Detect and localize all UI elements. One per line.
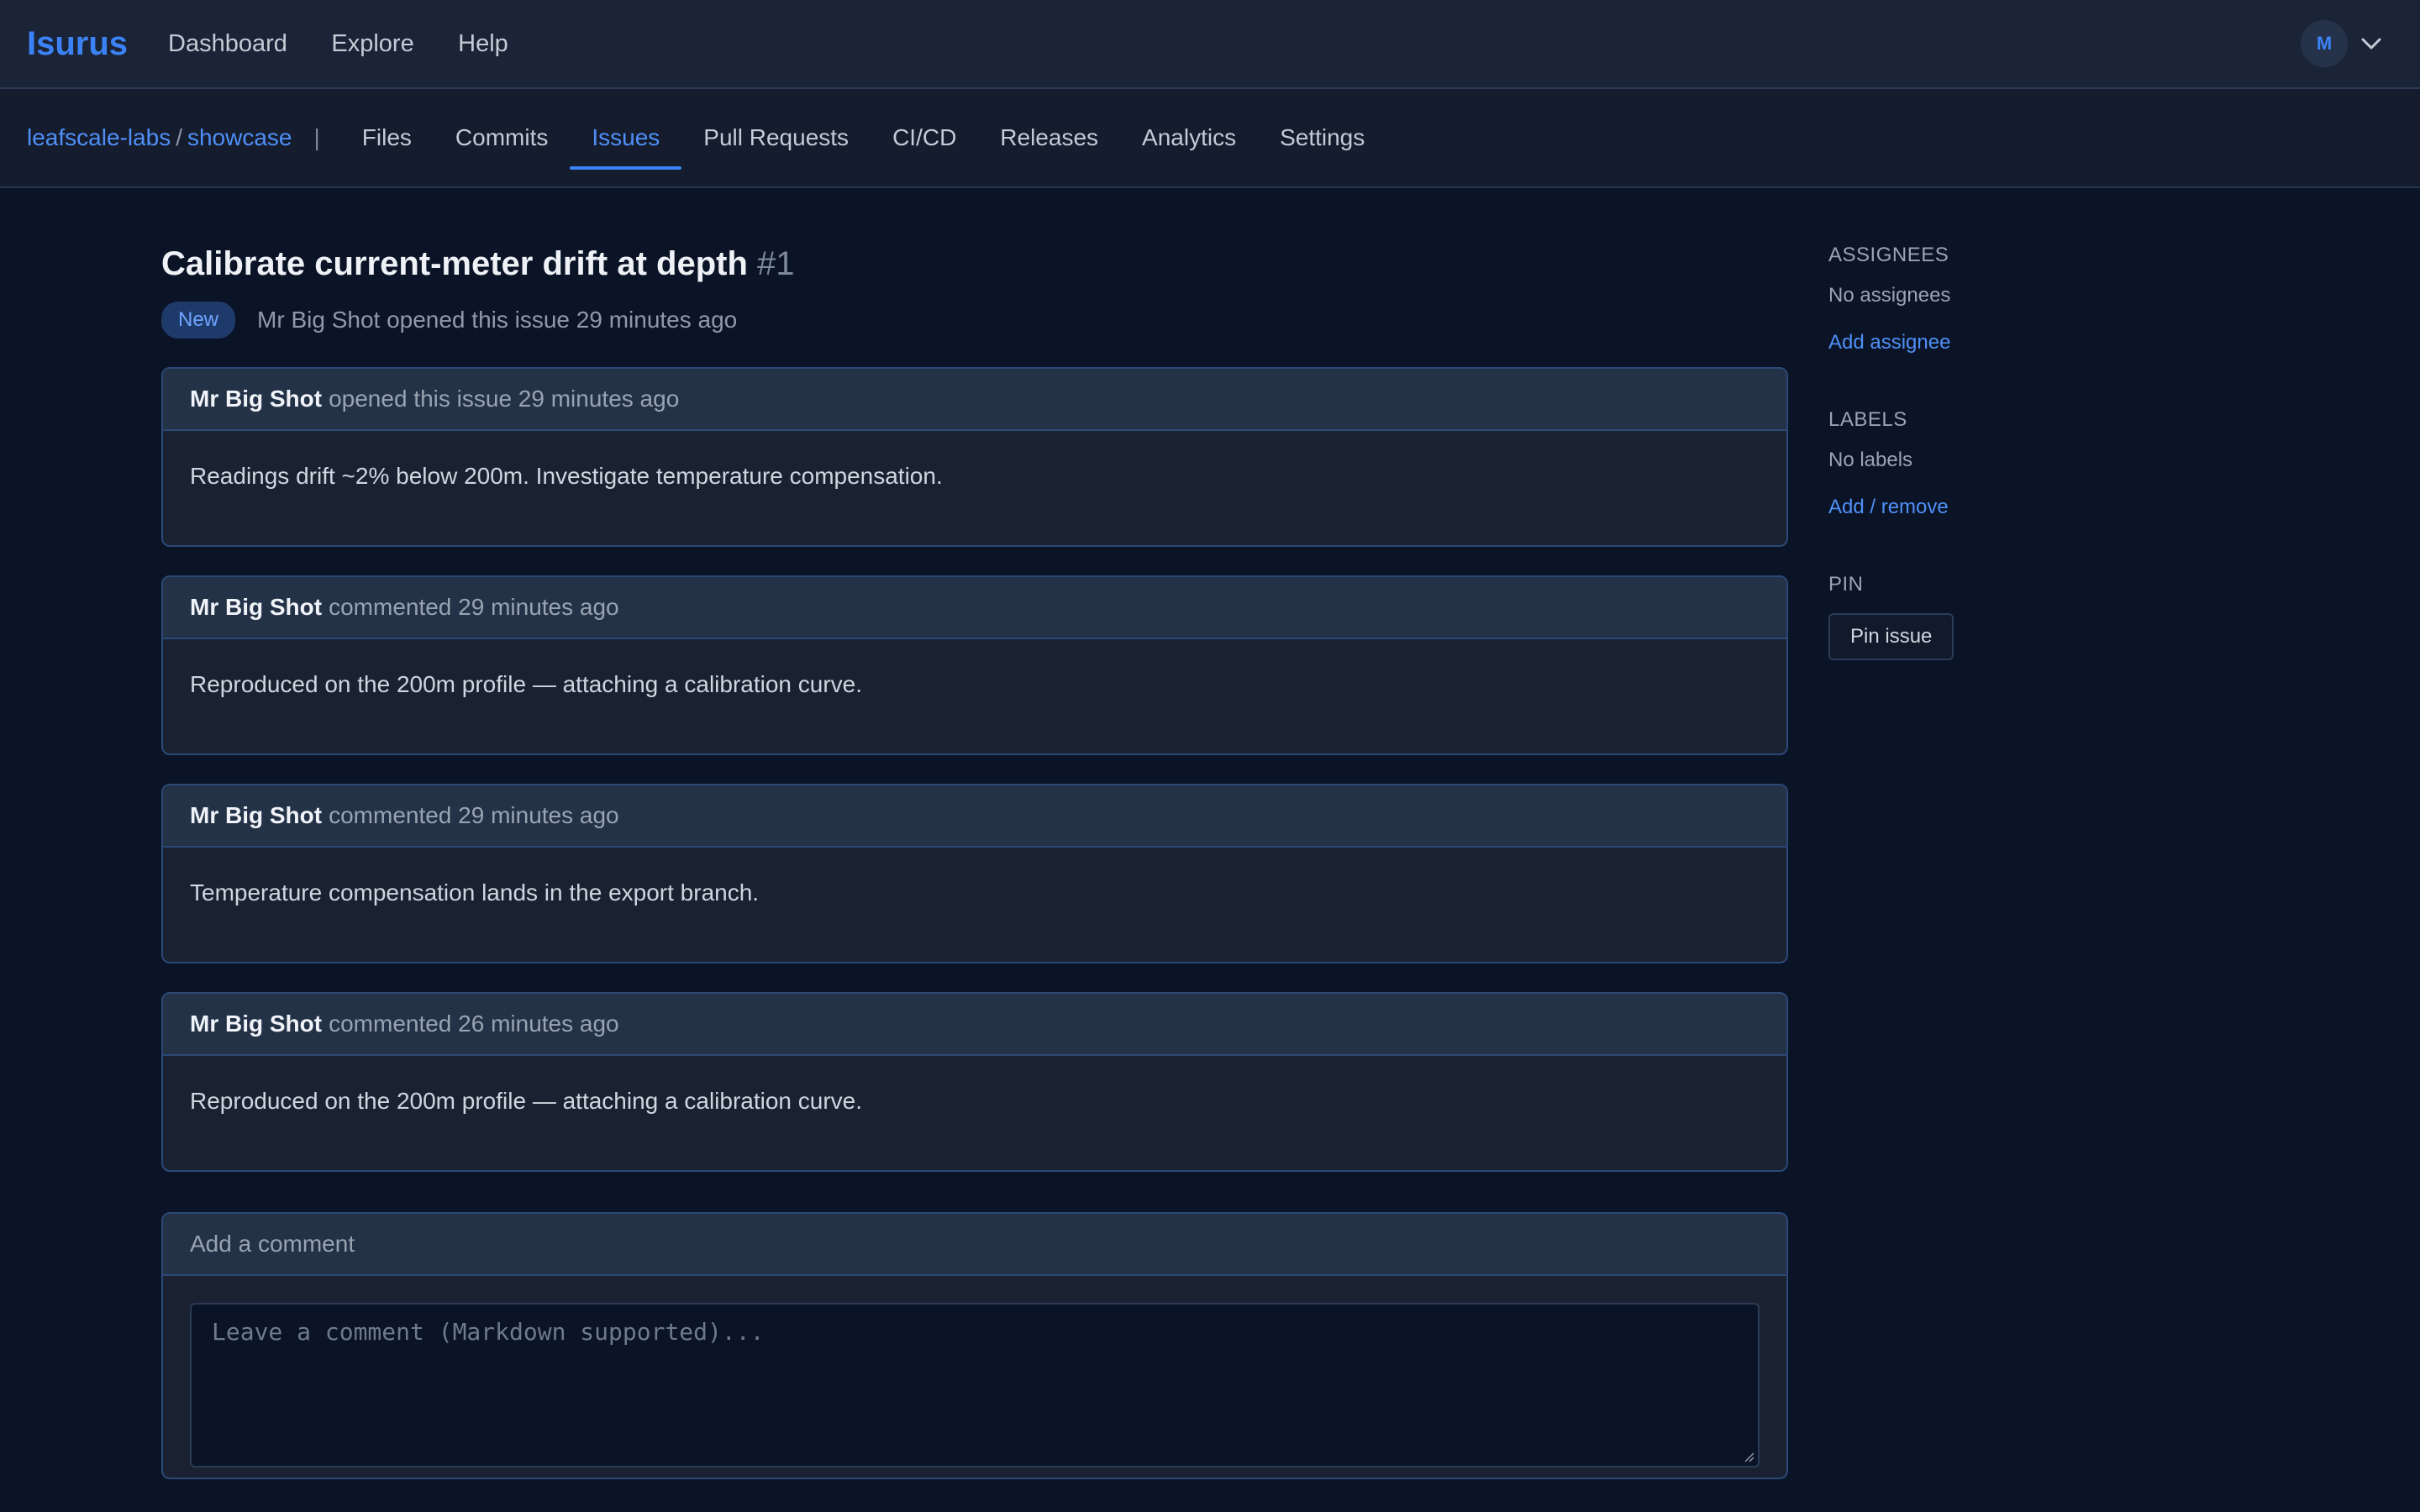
tab-issues[interactable]: Issues <box>570 89 682 186</box>
comment-action: commented 29 minutes ago <box>329 802 619 828</box>
user-menu[interactable]: M <box>2301 20 2388 67</box>
repo-owner-link[interactable]: leafscale-labs <box>27 124 171 150</box>
pin-heading: PIN <box>1828 573 1864 596</box>
tab-commits[interactable]: Commits <box>434 89 570 186</box>
issue-sidebar: ASSIGNEES No assignees Add assignee LABE… <box>1828 244 2181 660</box>
timeline-item: Mr Big Shot opened this issue 29 minutes… <box>161 367 1788 547</box>
resize-grip-icon[interactable] <box>1743 1451 1754 1462</box>
issue-number: #1 <box>757 245 795 282</box>
nav-help[interactable]: Help <box>458 30 508 57</box>
status-badge: New <box>161 302 236 339</box>
repo-header: leafscale-labs / showcase | Files Commits … <box>0 89 2420 188</box>
main-nav: Dashboard Explore Help <box>168 30 549 58</box>
comment-author[interactable]: Mr Big Shot <box>190 386 322 412</box>
tab-releases[interactable]: Releases <box>978 89 1120 186</box>
timeline-item-header: Mr Big Shot commented 29 minutes ago <box>163 785 1786 848</box>
brand-logo[interactable]: Isurus <box>27 25 128 63</box>
add-assignee-link[interactable]: Add assignee <box>1828 331 2181 354</box>
comment-body: Reproduced on the 200m profile — attachi… <box>190 1088 863 1114</box>
repo-tabs: Files Commits Issues Pull Requests CI/CD… <box>340 89 1386 186</box>
assignees-heading: ASSIGNEES <box>1828 244 1949 266</box>
tab-ci-cd[interactable]: CI/CD <box>871 89 978 186</box>
comment-body: Temperature compensation lands in the ex… <box>190 879 760 906</box>
pin-issue-button[interactable]: Pin issue <box>1828 613 1954 660</box>
breadcrumb-divider: | <box>313 124 320 150</box>
labels-section: LABELS No labels Add / remove <box>1828 408 2181 519</box>
tab-settings[interactable]: Settings <box>1258 89 1386 186</box>
pin-section: PIN Pin issue <box>1828 573 2181 660</box>
nav-dashboard[interactable]: Dashboard <box>168 30 287 57</box>
issue-summary: Mr Big Shot opened this issue 29 minutes… <box>257 307 738 333</box>
tab-analytics[interactable]: Analytics <box>1120 89 1258 186</box>
comment-action: opened this issue 29 minutes ago <box>329 386 680 412</box>
issue-title: Calibrate current-meter drift at depth #… <box>161 245 1788 283</box>
edit-labels-link[interactable]: Add / remove <box>1828 496 2181 519</box>
avatar[interactable]: M <box>2301 20 2348 67</box>
timeline-item: Mr Big Shot commented 26 minutes ago Rep… <box>161 992 1788 1172</box>
labels-value: No labels <box>1828 449 1913 471</box>
comment-author[interactable]: Mr Big Shot <box>190 802 322 829</box>
chevron-down-icon[interactable] <box>2354 27 2388 60</box>
top-navbar: Isurus Dashboard Explore Help M <box>0 0 2420 89</box>
comment-author[interactable]: Mr Big Shot <box>190 1011 322 1037</box>
timeline-item: Mr Big Shot commented 29 minutes ago Rep… <box>161 575 1788 755</box>
comment-textarea[interactable]: Leave a comment (Markdown supported)... <box>190 1303 1760 1467</box>
timeline-item: Mr Big Shot commented 29 minutes ago Tem… <box>161 784 1788 963</box>
comment-action: commented 26 minutes ago <box>329 1011 619 1037</box>
issue-content: Calibrate current-meter drift at depth #… <box>161 188 1788 1479</box>
comment-author[interactable]: Mr Big Shot <box>190 594 322 621</box>
repo-name-link[interactable]: showcase <box>187 124 292 150</box>
issue-meta: New Mr Big Shot opened this issue 29 min… <box>161 302 1788 339</box>
breadcrumb-separator: / <box>176 124 182 150</box>
add-comment-body: Leave a comment (Markdown supported)... <box>163 1276 1786 1478</box>
nav-explore[interactable]: Explore <box>331 30 413 57</box>
add-comment-form: Add a comment Leave a comment (Markdown … <box>161 1212 1788 1479</box>
tab-files[interactable]: Files <box>340 89 434 186</box>
assignees-section: ASSIGNEES No assignees Add assignee <box>1828 244 2181 354</box>
timeline-item-header: Mr Big Shot opened this issue 29 minutes… <box>163 369 1786 431</box>
assignees-value: No assignees <box>1828 284 1951 307</box>
breadcrumb: leafscale-labs / showcase <box>27 124 292 151</box>
tab-pull-requests[interactable]: Pull Requests <box>681 89 871 186</box>
timeline-item-header: Mr Big Shot commented 26 minutes ago <box>163 994 1786 1056</box>
comment-action: commented 29 minutes ago <box>329 594 619 620</box>
add-comment-heading: Add a comment <box>163 1214 1786 1276</box>
timeline-item-header: Mr Big Shot commented 29 minutes ago <box>163 577 1786 639</box>
comment-body: Readings drift ~2% below 200m. Investiga… <box>190 463 943 489</box>
comment-body: Reproduced on the 200m profile — attachi… <box>190 671 863 697</box>
issue-title-text: Calibrate current-meter drift at depth <box>161 245 748 282</box>
labels-heading: LABELS <box>1828 408 1907 431</box>
